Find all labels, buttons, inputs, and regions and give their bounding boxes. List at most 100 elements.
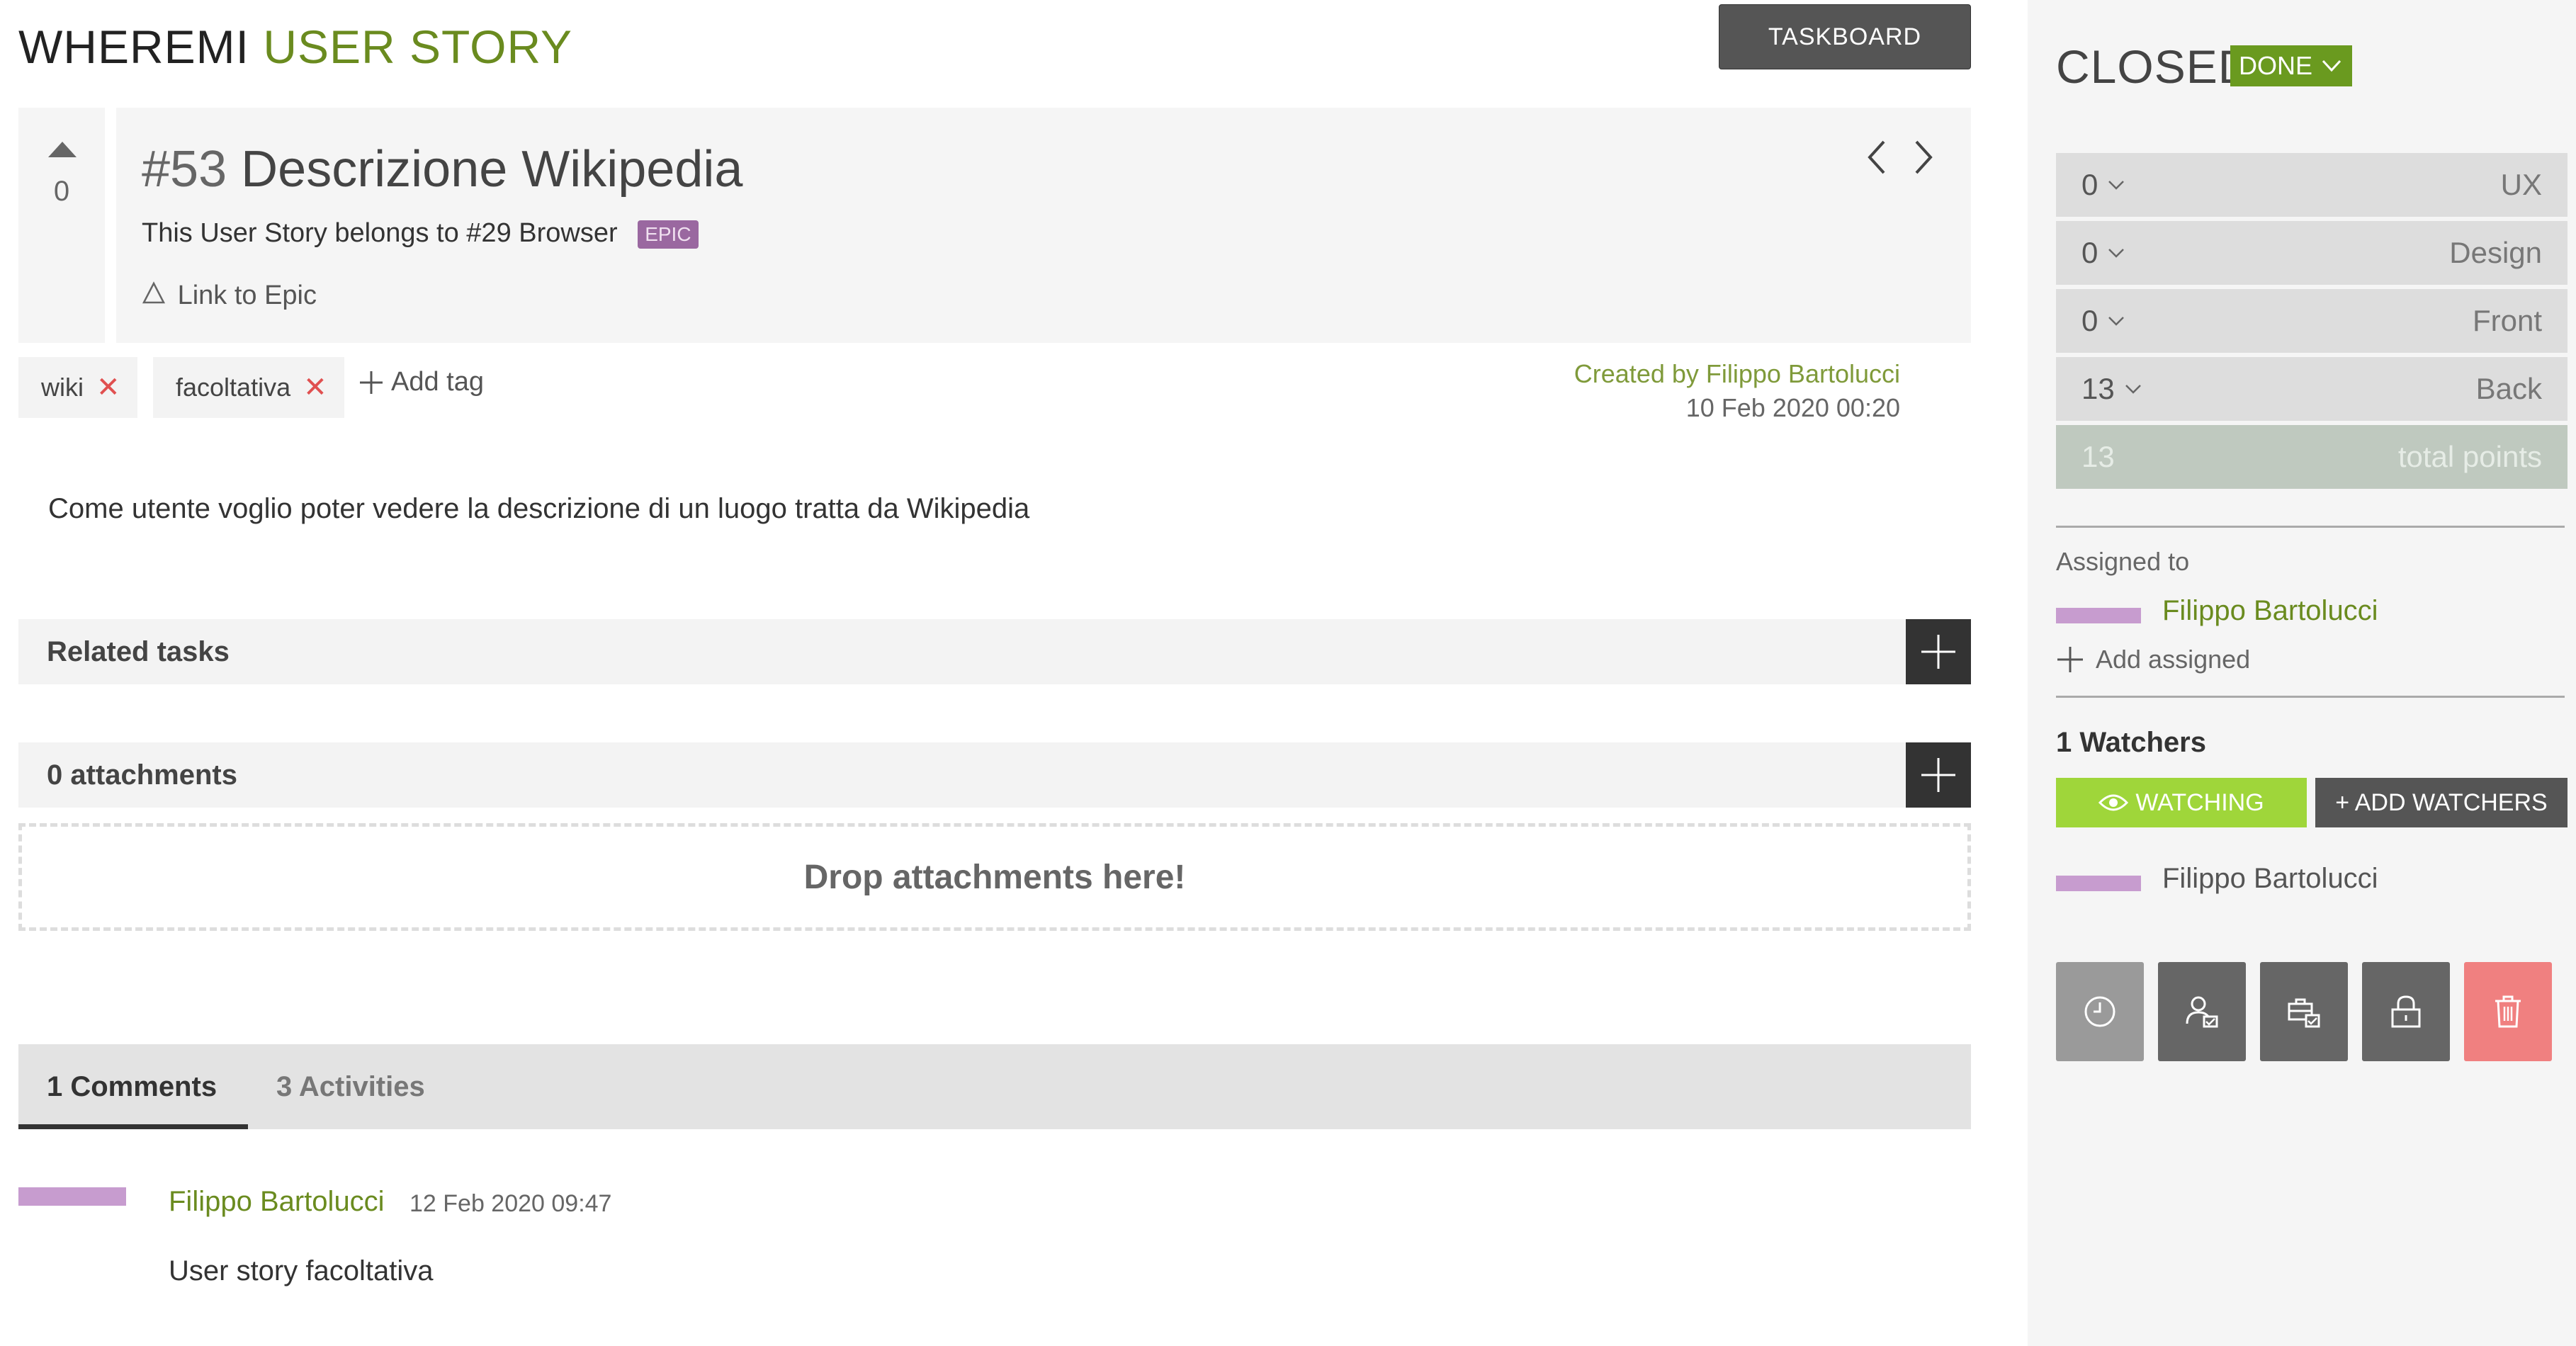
story-ref: #53: [142, 141, 227, 198]
assignee-name[interactable]: Filippo Bartolucci: [2162, 595, 2378, 627]
vote-panel: 0: [18, 108, 105, 343]
eye-icon: [2098, 794, 2129, 811]
taskboard-button[interactable]: TASKBOARD: [1719, 4, 1971, 69]
lock-button[interactable]: [2362, 962, 2450, 1061]
total-points-row: 13 total points: [2056, 425, 2567, 489]
comment-text: User story facoltativa: [169, 1255, 434, 1286]
story-navigation: [1862, 136, 1938, 179]
chevron-down-icon: [2125, 385, 2141, 394]
story-title-text: Descrizione Wikipedia: [241, 141, 743, 198]
tag-label: facoltativa: [176, 373, 291, 402]
add-attachment-button[interactable]: [1906, 742, 1971, 808]
status-dropdown[interactable]: DONE: [2230, 45, 2353, 86]
created-date: 10 Feb 2020 00:20: [1685, 393, 1900, 422]
team-requirement-button[interactable]: [2260, 962, 2348, 1061]
watching-button[interactable]: WATCHING: [2056, 778, 2307, 827]
points-value: 0: [2081, 304, 2125, 338]
epic-icon: [142, 281, 166, 304]
points-role: Design: [2449, 236, 2542, 269]
tab-activities[interactable]: 3 Activities: [276, 1044, 425, 1129]
add-task-button[interactable]: [1906, 619, 1971, 684]
attachments-title: 0 attachments: [47, 759, 237, 791]
points-role: UX: [2500, 168, 2542, 201]
points-row-front[interactable]: 0 Front: [2056, 289, 2567, 353]
points-role: Back: [2475, 372, 2542, 405]
points-number: 0: [2081, 236, 2098, 269]
avatar: [2056, 876, 2141, 891]
points-row-back[interactable]: 13 Back: [2056, 357, 2567, 421]
attachment-drop-zone[interactable]: Drop attachments here!: [18, 823, 1971, 931]
comment-author[interactable]: Filippo Bartolucci: [169, 1186, 385, 1218]
trash-icon: [2495, 995, 2521, 1028]
add-assigned-label: Add assigned: [2096, 645, 2251, 674]
due-date-button[interactable]: [2056, 962, 2144, 1061]
chevron-down-icon: [2108, 249, 2125, 258]
plus-icon: [2057, 647, 2083, 672]
project-name: WHEREMI: [18, 21, 249, 73]
lock-icon: [2391, 995, 2421, 1028]
points-role: Front: [2472, 304, 2542, 337]
points-number: 13: [2081, 372, 2115, 405]
epic-relation: This User Story belongs to #29 Browser E…: [142, 218, 699, 249]
points-value: 13: [2081, 372, 2142, 406]
watching-label: WATCHING: [2135, 788, 2264, 816]
tab-comments[interactable]: 1 Comments: [18, 1044, 248, 1129]
tag-label: wiki: [41, 373, 84, 402]
epic-badge: EPIC: [638, 220, 699, 249]
divider: [2056, 526, 2565, 528]
tag-chip: wiki ✕: [18, 357, 137, 418]
link-to-epic-button[interactable]: Link to Epic: [142, 281, 317, 311]
tag-chip: facoltativa ✕: [153, 357, 344, 418]
avatar: [2056, 608, 2141, 623]
add-tag-button[interactable]: Add tag: [358, 367, 484, 397]
watcher-name[interactable]: Filippo Bartolucci: [2162, 863, 2378, 895]
points-value: 0: [2081, 168, 2125, 202]
avatar: [18, 1187, 126, 1206]
divider: [2056, 696, 2565, 698]
vote-count: 0: [53, 176, 70, 207]
next-story-icon[interactable]: [1910, 136, 1938, 179]
related-tasks-section: Related tasks: [18, 619, 1971, 684]
add-tag-label: Add tag: [391, 367, 484, 397]
points-number: 0: [2081, 168, 2098, 201]
total-points-label: total points: [2397, 440, 2542, 473]
chevron-down-icon: [2108, 181, 2125, 190]
watchers-title: 1 Watchers: [2056, 727, 2206, 758]
remove-tag-icon[interactable]: ✕: [96, 371, 120, 404]
assign-to-me-button[interactable]: [2158, 962, 2246, 1061]
previous-story-icon[interactable]: [1862, 136, 1890, 179]
item-type: USER STORY: [263, 21, 573, 73]
delete-button[interactable]: [2464, 962, 2552, 1061]
page-title: WHEREMI USER STORY: [18, 20, 572, 74]
briefcase-check-icon: [2288, 998, 2320, 1028]
points-value: 0: [2081, 236, 2125, 270]
user-check-icon: [2186, 996, 2218, 1028]
belongs-text[interactable]: This User Story belongs to #29 Browser: [142, 218, 618, 248]
story-description[interactable]: Come utente voglio poter vedere la descr…: [48, 493, 1029, 525]
total-points-value: 13: [2081, 440, 2115, 473]
comment-date: 12 Feb 2020 09:47: [409, 1190, 612, 1217]
plus-icon: [1921, 635, 1955, 669]
points-row-design[interactable]: 0 Design: [2056, 221, 2567, 285]
status-value: DONE: [2239, 51, 2313, 80]
plus-icon: [360, 371, 383, 394]
add-watchers-button[interactable]: + ADD WATCHERS: [2315, 778, 2567, 827]
story-header: #53 Descrizione Wikipedia This User Stor…: [116, 108, 1971, 343]
add-assigned-button[interactable]: Add assigned: [2056, 645, 2250, 674]
remove-tag-icon[interactable]: ✕: [303, 371, 327, 404]
chevron-down-icon: [2108, 317, 2125, 326]
related-tasks-title: Related tasks: [47, 636, 230, 667]
points-number: 0: [2081, 304, 2098, 337]
story-title[interactable]: #53 Descrizione Wikipedia: [142, 140, 742, 198]
attachments-section: 0 attachments: [18, 742, 1971, 808]
created-by[interactable]: Created by Filippo Bartolucci: [1574, 357, 1900, 391]
created-by-info: Created by Filippo Bartolucci 10 Feb 202…: [1574, 357, 1900, 425]
status-label: CLOSED: [2056, 40, 2253, 93]
history-tabs: 1 Comments 3 Activities: [18, 1044, 1971, 1129]
assigned-label: Assigned to: [2056, 547, 2190, 576]
upvote-icon[interactable]: [48, 142, 77, 157]
points-row-ux[interactable]: 0 UX: [2056, 153, 2567, 217]
link-to-epic-label: Link to Epic: [177, 281, 317, 310]
clock-icon: [2084, 996, 2115, 1027]
chevron-down-icon: [2322, 60, 2341, 72]
